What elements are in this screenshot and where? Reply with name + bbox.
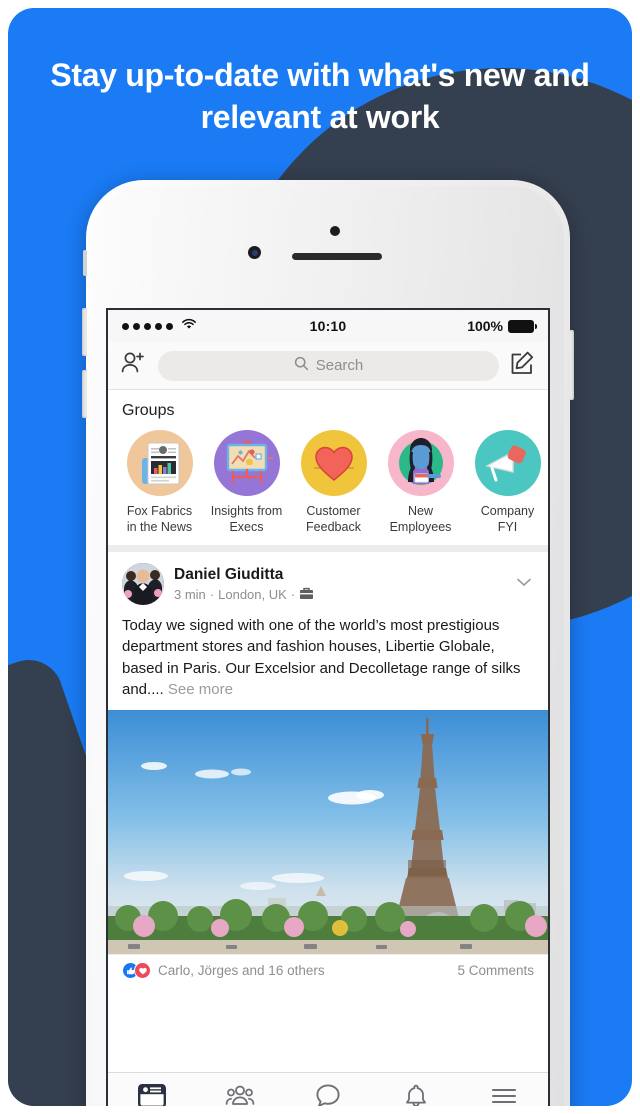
menu-icon bbox=[491, 1087, 517, 1106]
groups-icon bbox=[225, 1084, 255, 1106]
megaphone-icon bbox=[474, 430, 541, 496]
group-label: Fox Fabrics in the News bbox=[126, 504, 193, 534]
group-item[interactable]: Company FYI bbox=[470, 430, 545, 535]
compose-icon[interactable] bbox=[509, 350, 536, 382]
search-input[interactable]: Search bbox=[158, 350, 499, 381]
post-body: Today we signed with one of the world’s … bbox=[108, 611, 548, 710]
chevron-down-icon[interactable] bbox=[514, 572, 534, 597]
group-item[interactable]: Customer Feedback bbox=[296, 430, 371, 535]
volume-up-button[interactable] bbox=[82, 308, 87, 356]
meta-separator: · bbox=[290, 586, 296, 602]
promo-headline: Stay up-to-date with what's new and rele… bbox=[50, 57, 590, 136]
presentation-icon bbox=[213, 430, 280, 496]
meta-separator: · bbox=[209, 586, 215, 602]
eiffel-tower-photo[interactable] bbox=[108, 710, 548, 955]
group-item[interactable]: Insights from Execs bbox=[209, 430, 284, 535]
silent-switch[interactable] bbox=[83, 250, 87, 276]
battery-percent-label: 100% bbox=[467, 318, 503, 334]
tab-notifications[interactable] bbox=[372, 1073, 460, 1106]
phone-screen: 10:10 100% Search Groups Fox Fabrics in … bbox=[106, 308, 550, 1106]
news-feed-icon bbox=[138, 1084, 166, 1106]
avatar[interactable] bbox=[122, 563, 164, 605]
comments-count[interactable]: 5 Comments bbox=[457, 963, 534, 978]
group-label: Customer Feedback bbox=[306, 504, 361, 534]
phone-mockup: 10:10 100% Search Groups Fox Fabrics in … bbox=[82, 180, 574, 1106]
reaction-badges[interactable] bbox=[122, 962, 151, 980]
app-header: Search bbox=[108, 342, 548, 390]
front-camera-icon bbox=[248, 246, 261, 259]
post-header: Daniel Giuditta 3 min · London, UK · bbox=[108, 552, 548, 611]
briefcase-icon bbox=[299, 586, 314, 603]
group-label: Insights from Execs bbox=[210, 504, 283, 534]
promo-screenshot: Stay up-to-date with what's new and rele… bbox=[0, 0, 640, 1114]
proximity-sensor-icon bbox=[330, 226, 340, 236]
add-person-icon[interactable] bbox=[120, 350, 148, 381]
tab-news-feed[interactable] bbox=[108, 1073, 196, 1106]
battery-indicator: 100% bbox=[467, 318, 537, 334]
tab-chat[interactable] bbox=[284, 1073, 372, 1106]
groups-row[interactable]: Fox Fabrics in the News Insights from Ex… bbox=[108, 430, 548, 535]
group-item[interactable]: New Employees bbox=[383, 430, 458, 535]
person-icon bbox=[387, 430, 454, 496]
status-bar: 10:10 100% bbox=[108, 310, 548, 342]
post-reactions-bar: Carlo, Jörges and 16 others 5 Comments bbox=[108, 954, 548, 986]
earpiece-speaker bbox=[292, 253, 382, 260]
reactions-summary[interactable]: Carlo, Jörges and 16 others bbox=[158, 963, 325, 978]
groups-section: Groups Fox Fabrics in the News Insights … bbox=[108, 390, 548, 552]
tab-groups[interactable] bbox=[196, 1073, 284, 1106]
heart-icon bbox=[300, 430, 367, 496]
promo-background: Stay up-to-date with what's new and rele… bbox=[8, 8, 632, 1106]
battery-icon bbox=[508, 319, 537, 333]
see-more-link[interactable]: See more bbox=[168, 681, 233, 698]
love-reaction-icon bbox=[134, 962, 151, 980]
search-placeholder: Search bbox=[315, 357, 364, 374]
newspaper-icon bbox=[126, 430, 193, 496]
group-item[interactable]: Fox Fabrics in the News bbox=[122, 430, 197, 535]
post-author[interactable]: Daniel Giuditta bbox=[174, 566, 314, 584]
feed-post: Daniel Giuditta 3 min · London, UK · Tod… bbox=[108, 552, 548, 987]
group-label: Company FYI bbox=[480, 504, 535, 534]
search-icon bbox=[294, 356, 309, 376]
volume-down-button[interactable] bbox=[82, 370, 87, 418]
bottom-tab-bar bbox=[108, 1072, 548, 1106]
groups-title: Groups bbox=[122, 402, 175, 419]
post-time: 3 min bbox=[174, 586, 206, 602]
tab-menu[interactable] bbox=[460, 1073, 548, 1106]
group-label: New Employees bbox=[389, 504, 452, 534]
power-button[interactable] bbox=[569, 330, 574, 400]
post-meta: 3 min · London, UK · bbox=[174, 586, 314, 603]
bell-icon bbox=[404, 1083, 428, 1106]
chat-icon bbox=[315, 1083, 341, 1106]
post-location: London, UK bbox=[218, 586, 287, 602]
